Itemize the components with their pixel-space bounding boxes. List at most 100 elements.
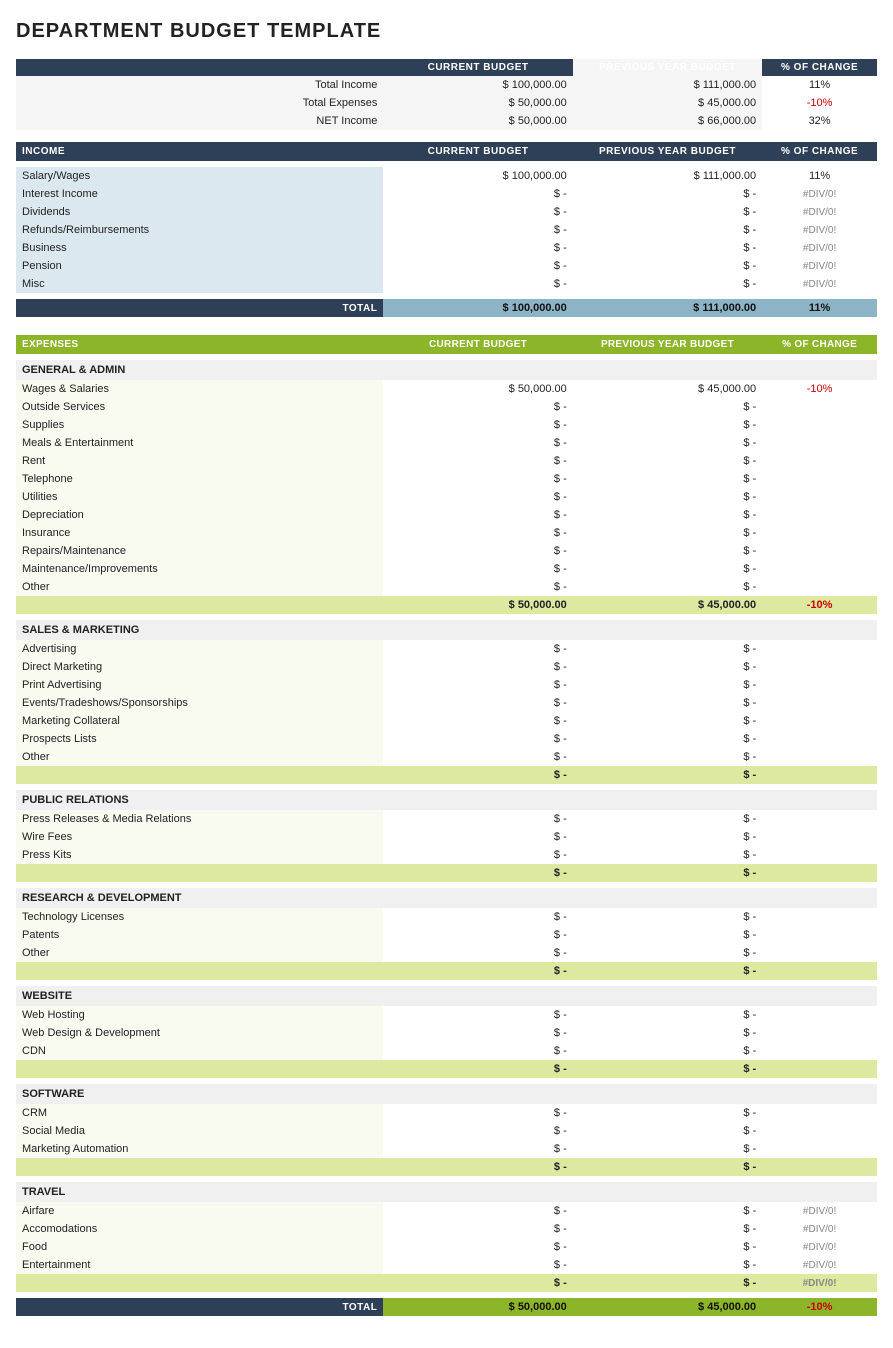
expense-subtotal-pct xyxy=(762,766,877,784)
summary-label: Total Expenses xyxy=(16,94,383,112)
expense-subtotal-current: $ - xyxy=(383,766,572,784)
expense-cat-name: PUBLIC RELATIONS xyxy=(16,790,877,810)
expense-row-label: Other xyxy=(16,944,383,962)
expense-row-pct xyxy=(762,828,877,846)
expense-row-current: $ - xyxy=(383,1006,572,1024)
expense-row: Outside Services $ - $ - xyxy=(16,398,877,416)
expense-row-label: Marketing Automation xyxy=(16,1140,383,1158)
expense-row-pct xyxy=(762,748,877,766)
expense-row-label: Other xyxy=(16,578,383,596)
expense-row-previous: $ - xyxy=(573,846,762,864)
income-row-current: $ - xyxy=(383,185,572,203)
income-row: Salary/Wages $ 100,000.00 $ 111,000.00 1… xyxy=(16,167,877,185)
expense-row: Web Hosting $ - $ - xyxy=(16,1006,877,1024)
expense-row: Direct Marketing $ - $ - xyxy=(16,658,877,676)
expense-row-current: $ - xyxy=(383,452,572,470)
expense-row-pct xyxy=(762,694,877,712)
summary-pct: -10% xyxy=(762,94,877,112)
expense-row: Maintenance/Improvements $ - $ - xyxy=(16,560,877,578)
expense-row-label: Web Hosting xyxy=(16,1006,383,1024)
expense-row-pct xyxy=(762,416,877,434)
expense-row-label: Wages & Salaries xyxy=(16,380,383,398)
expense-row-previous: $ - xyxy=(573,640,762,658)
expense-row-previous: $ - xyxy=(573,1256,762,1274)
expense-row-current: $ - xyxy=(383,578,572,596)
income-row-label: Misc xyxy=(16,275,383,293)
summary-previous: $ 111,000.00 xyxy=(573,76,762,94)
expense-subtotal-previous: $ - xyxy=(573,962,762,980)
summary-row: NET Income $ 50,000.00 $ 66,000.00 32% xyxy=(16,112,877,130)
expense-row-label: Accomodations xyxy=(16,1220,383,1238)
income-row-previous: $ 111,000.00 xyxy=(573,167,762,185)
expense-row-label: Events/Tradeshows/Sponsorships xyxy=(16,694,383,712)
expense-row-current: $ - xyxy=(383,1238,572,1256)
expense-row-previous: $ - xyxy=(573,828,762,846)
summary-label: Total Income xyxy=(16,76,383,94)
expense-row: Utilities $ - $ - xyxy=(16,488,877,506)
expense-row: Marketing Collateral $ - $ - xyxy=(16,712,877,730)
expense-row-previous: $ - xyxy=(573,560,762,578)
expense-row: CDN $ - $ - xyxy=(16,1042,877,1060)
expenses-total-label: TOTAL xyxy=(16,1298,383,1316)
expense-row-pct: -10% xyxy=(762,380,877,398)
expense-row-current: $ - xyxy=(383,1202,572,1220)
expense-row: Meals & Entertainment $ - $ - xyxy=(16,434,877,452)
income-row: Pension $ - $ - #DIV/0! xyxy=(16,257,877,275)
expense-row-previous: $ - xyxy=(573,1122,762,1140)
summary-col-label xyxy=(16,59,383,76)
expense-row-pct: #DIV/0! xyxy=(762,1238,877,1256)
expense-row-previous: $ - xyxy=(573,926,762,944)
expense-cat-name: WEBSITE xyxy=(16,986,877,1006)
summary-col-current: CURRENT BUDGET xyxy=(383,59,572,76)
expense-row-label: Meals & Entertainment xyxy=(16,434,383,452)
expense-row-pct xyxy=(762,506,877,524)
expense-row-pct xyxy=(762,452,877,470)
income-row: Dividends $ - $ - #DIV/0! xyxy=(16,203,877,221)
income-row-previous: $ - xyxy=(573,257,762,275)
summary-col-previous: PREVIOUS YEAR BUDGET xyxy=(573,59,762,76)
expense-row: Depreciation $ - $ - xyxy=(16,506,877,524)
expense-row-current: $ - xyxy=(383,828,572,846)
income-row: Refunds/Reimbursements $ - $ - #DIV/0! xyxy=(16,221,877,239)
expense-cat-name: RESEARCH & DEVELOPMENT xyxy=(16,888,877,908)
expense-row-label: Advertising xyxy=(16,640,383,658)
expense-row-current: $ - xyxy=(383,398,572,416)
expenses-total-previous: $ 45,000.00 xyxy=(573,1298,762,1316)
expense-row-previous: $ - xyxy=(573,1238,762,1256)
expense-row-pct xyxy=(762,810,877,828)
expense-row: Patents $ - $ - xyxy=(16,926,877,944)
expense-cat-name: TRAVEL xyxy=(16,1182,877,1202)
income-row-pct: #DIV/0! xyxy=(762,185,877,203)
income-col-pct: % OF CHANGE xyxy=(762,142,877,161)
summary-row: Total Expenses $ 50,000.00 $ 45,000.00 -… xyxy=(16,94,877,112)
expenses-col-current: CURRENT BUDGET xyxy=(383,335,572,354)
expense-row-pct xyxy=(762,560,877,578)
expense-row-pct xyxy=(762,470,877,488)
expense-row-pct xyxy=(762,676,877,694)
expense-row-previous: $ - xyxy=(573,908,762,926)
expense-row-current: $ - xyxy=(383,1256,572,1274)
expenses-total-row: TOTAL $ 50,000.00 $ 45,000.00 -10% xyxy=(16,1298,877,1316)
expense-row-current: $ - xyxy=(383,658,572,676)
expense-row-label: Repairs/Maintenance xyxy=(16,542,383,560)
expense-row-pct xyxy=(762,1104,877,1122)
expense-row-current: $ - xyxy=(383,676,572,694)
expense-row-current: $ - xyxy=(383,1140,572,1158)
expense-subtotal-label xyxy=(16,596,383,614)
expense-row: Wire Fees $ - $ - xyxy=(16,828,877,846)
expense-row-pct xyxy=(762,640,877,658)
expense-row-current: $ - xyxy=(383,542,572,560)
expenses-col-previous: PREVIOUS YEAR BUDGET xyxy=(573,335,762,354)
expense-row-current: $ - xyxy=(383,944,572,962)
expense-row-previous: $ - xyxy=(573,398,762,416)
expense-subtotal-row: $ - $ - xyxy=(16,1158,877,1176)
income-row: Interest Income $ - $ - #DIV/0! xyxy=(16,185,877,203)
expense-row-previous: $ - xyxy=(573,944,762,962)
expense-subtotal-previous: $ - xyxy=(573,1274,762,1292)
expense-row: Wages & Salaries $ 50,000.00 $ 45,000.00… xyxy=(16,380,877,398)
income-row-label: Refunds/Reimbursements xyxy=(16,221,383,239)
expense-row-label: Press Releases & Media Relations xyxy=(16,810,383,828)
expense-row-label: Prospects Lists xyxy=(16,730,383,748)
income-row-previous: $ - xyxy=(573,185,762,203)
expense-row-label: Insurance xyxy=(16,524,383,542)
